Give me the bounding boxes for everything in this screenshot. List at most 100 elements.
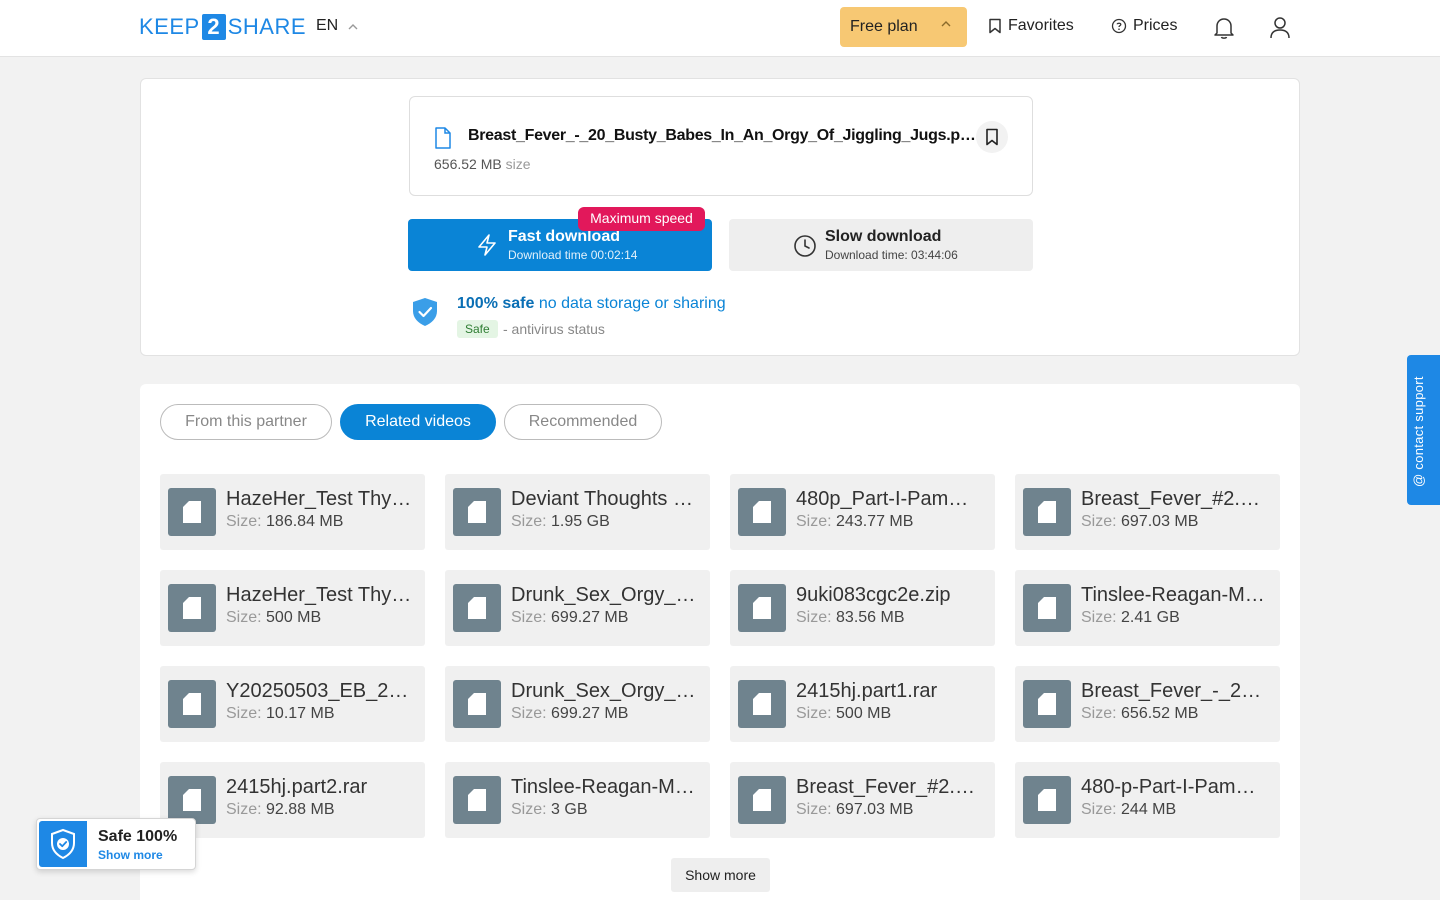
file-tile-name: 480p_Part-I-Pam… [796,488,969,510]
file-tile-name: Deviant Thoughts … [511,488,693,510]
file-thumbnail-icon [168,488,216,536]
file-tile-size: Size: 10.17 MB [226,705,335,723]
file-tile-size-value: 3 GB [551,801,588,818]
file-tile[interactable]: HazeHer_Test Thy… Size: 500 MB [160,570,425,646]
file-tile-size-label: Size: [511,513,547,530]
file-tile[interactable]: Tinslee-Reagan-M… Size: 3 GB [445,762,710,838]
file-tile[interactable]: Breast_Fever_-_2… Size: 656.52 MB [1015,666,1280,742]
file-tile-size: Size: 1.95 GB [511,513,610,531]
file-tile-size: Size: 3 GB [511,801,588,819]
file-tile[interactable]: 2415hj.part2.rar Size: 92.88 MB [160,762,425,838]
file-tile-size-label: Size: [511,705,547,722]
file-thumbnail-icon [1023,776,1071,824]
site-logo[interactable]: KEEP 2 SHARE [139,14,306,40]
file-tile-size-value: 699.27 MB [551,705,629,722]
tab-from-this-partner[interactable]: From this partner [160,404,332,440]
file-thumbnail-icon [168,680,216,728]
file-thumbnail-icon [738,488,786,536]
file-tile-size: Size: 500 MB [226,609,321,627]
favorites-label: Favorites [1008,17,1074,34]
file-tile[interactable]: Drunk_Sex_Orgy_… Size: 699.27 MB [445,570,710,646]
file-tile[interactable]: Deviant Thoughts … Size: 1.95 GB [445,474,710,550]
tab-recommended[interactable]: Recommended [504,404,662,440]
top-header: KEEP 2 SHARE EN Free plan Favorites Pric… [0,0,1440,57]
safety-rest: no data storage or sharing [534,295,726,312]
file-tile-size-label: Size: [511,609,547,626]
file-size-label: size [505,156,531,172]
file-tile-name: Breast_Fever_#2.… [796,776,975,798]
file-tile-size-value: 83.56 MB [836,609,905,626]
slow-download-title: Slow download [825,228,942,245]
file-tile-size: Size: 697.03 MB [796,801,913,819]
file-thumbnail-icon [453,584,501,632]
favorites-link[interactable]: Favorites [988,17,1074,35]
prices-link[interactable]: Prices [1111,17,1177,35]
file-tile[interactable]: 2415hj.part1.rar Size: 500 MB [730,666,995,742]
file-tile[interactable]: Tinslee-Reagan-M… Size: 2.41 GB [1015,570,1280,646]
slow-download-button[interactable]: Slow download Download time: 03:44:06 [729,219,1033,271]
file-tile[interactable]: Breast_Fever_#2.… Size: 697.03 MB [1015,474,1280,550]
safe-widget[interactable]: Safe 100% Show more [36,818,196,870]
bookmark-icon [986,128,998,146]
fast-download-time: Download time 00:02:14 [508,248,638,262]
file-tile-size: Size: 699.27 MB [511,705,628,723]
file-tile-size: Size: 243.77 MB [796,513,913,531]
maximum-speed-badge: Maximum speed [578,207,705,231]
file-thumbnail-icon [453,776,501,824]
account-button[interactable] [1269,16,1291,45]
show-more-button[interactable]: Show more [671,858,770,892]
file-tile-name: 9uki083cgc2e.zip [796,584,951,606]
tab-related-videos[interactable]: Related videos [340,404,496,440]
add-favorite-button[interactable] [976,121,1008,153]
file-thumbnail-icon [1023,584,1071,632]
file-tile-size: Size: 83.56 MB [796,609,905,627]
help-circle-icon [1111,18,1127,34]
file-thumbnail-icon [1023,680,1071,728]
user-icon [1270,17,1290,39]
plan-label: Free plan [850,18,918,35]
file-tile[interactable]: 9uki083cgc2e.zip Size: 83.56 MB [730,570,995,646]
file-thumbnail-icon [1023,488,1071,536]
file-tile-size-label: Size: [511,801,547,818]
file-tile-size-value: 243.77 MB [836,513,914,530]
safety-strong: 100% safe [457,295,535,312]
file-tile-size: Size: 244 MB [1081,801,1176,819]
bookmark-icon [989,18,1001,34]
file-tile[interactable]: Y20250503_EB_2… Size: 10.17 MB [160,666,425,742]
language-label: EN [316,17,339,34]
file-size-value: 656.52 MB [434,156,502,172]
logo-text-share: SHARE [227,14,306,39]
file-tile[interactable]: 480-p-Part-I-Pam… Size: 244 MB [1015,762,1280,838]
file-tile-size-label: Size: [1081,801,1117,818]
file-tile-size-label: Size: [1081,609,1117,626]
file-tile[interactable]: HazeHer_Test Thy… Size: 186.84 MB [160,474,425,550]
file-icon [435,127,451,149]
file-tile[interactable]: 480p_Part-I-Pam… Size: 243.77 MB [730,474,995,550]
file-tile-size-value: 244 MB [1121,801,1177,818]
free-plan-button[interactable]: Free plan [840,7,967,47]
file-tile-name: HazeHer_Test Thy… [226,488,412,510]
file-thumbnail-icon [168,776,216,824]
file-tile[interactable]: Breast_Fever_#2.… Size: 697.03 MB [730,762,995,838]
file-info-box: Breast_Fever_-_20_Busty_Babes_In_An_Orgy… [409,96,1033,196]
language-selector[interactable]: EN [316,17,358,35]
file-tile-name: Tinslee-Reagan-M… [1081,584,1265,606]
file-tile-size: Size: 699.27 MB [511,609,628,627]
safe-widget-icon-box [39,821,87,867]
file-tile-size-label: Size: [226,705,262,722]
file-tile-size-value: 92.88 MB [266,801,335,818]
file-tile-size-label: Size: [1081,705,1117,722]
file-tile-size-label: Size: [796,705,832,722]
contact-support-button[interactable]: @ contact support [1407,355,1440,505]
clock-icon [794,235,816,257]
safe-widget-link[interactable]: Show more [98,848,163,862]
notifications-button[interactable] [1213,16,1235,45]
file-tile-size-value: 699.27 MB [551,609,629,626]
file-tile-size-label: Size: [226,609,262,626]
file-thumbnail-icon [453,488,501,536]
file-tile-size-label: Size: [796,801,832,818]
logo-text-2: 2 [201,14,226,40]
file-thumbnail-icon [738,776,786,824]
file-tile[interactable]: Drunk_Sex_Orgy_… Size: 699.27 MB [445,666,710,742]
shield-check-icon [413,298,437,326]
